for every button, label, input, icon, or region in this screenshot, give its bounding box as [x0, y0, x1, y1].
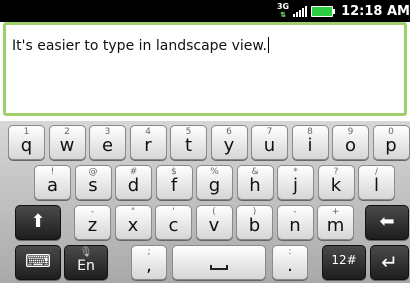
- key-label: x: [127, 215, 139, 236]
- key-f[interactable]: $ f: [155, 165, 193, 200]
- key-label: m: [326, 215, 345, 236]
- key-a[interactable]: ! a: [34, 165, 71, 200]
- text-input-area[interactable]: It's easier to type in landscape view.: [3, 22, 407, 116]
- key-label: u: [263, 135, 276, 156]
- key-label: z: [87, 215, 98, 236]
- key-label: y: [223, 135, 235, 156]
- key-label: a: [46, 175, 59, 196]
- hide-keyboard-key[interactable]: ⌨: [15, 245, 61, 280]
- shift-arrow-icon: ⬆: [30, 211, 46, 232]
- key-label: c: [168, 215, 179, 236]
- signal-bars-icon: [293, 5, 308, 17]
- key-z[interactable]: -z: [74, 205, 111, 240]
- key-label: r: [144, 135, 152, 156]
- backspace-key[interactable]: ⬅: [365, 205, 409, 240]
- key-label: d: [127, 175, 140, 196]
- key-label: f: [170, 175, 178, 196]
- key-label: g: [208, 175, 221, 196]
- key-t[interactable]: 5t: [170, 125, 207, 160]
- shift-key[interactable]: ⬆: [15, 205, 61, 240]
- period-key[interactable]: :.: [272, 245, 308, 280]
- key-y[interactable]: 6y: [210, 125, 248, 160]
- key-s[interactable]: @ s: [74, 165, 112, 200]
- key-label: n: [289, 215, 301, 236]
- key-label: w: [59, 135, 75, 156]
- comma-key[interactable]: ;,: [131, 245, 167, 280]
- soft-keyboard: 1 q 2 w 3 e 4 r 5 t 6 y 7 u 8 i 9 o 0 p ! a @ s # d $ f% g & h * j? k / l ⬆ -…: [0, 121, 410, 283]
- key-label: i: [307, 135, 313, 156]
- key-label: p: [385, 135, 397, 156]
- enter-key[interactable]: ↵: [370, 245, 409, 280]
- enter-arrow-icon: ↵: [381, 250, 398, 274]
- language-key[interactable]: 🎙 En: [64, 245, 108, 280]
- key-n[interactable]: -n: [276, 205, 314, 240]
- symbols-label: 12#: [331, 253, 357, 267]
- key-m[interactable]: + m: [317, 205, 354, 240]
- text-input-content: It's easier to type in landscape view.: [12, 37, 270, 54]
- key-v[interactable]: (v: [195, 205, 233, 240]
- key-k[interactable]: ? k: [317, 165, 355, 200]
- key-e[interactable]: 3e: [89, 125, 126, 160]
- status-bar: 3G ⇅ 12:18 AM: [0, 0, 410, 22]
- key-label: b: [248, 215, 261, 236]
- key-label: q: [20, 135, 33, 156]
- key-j[interactable]: * j: [277, 165, 314, 200]
- text-cursor: [268, 37, 270, 53]
- key-h[interactable]: & h: [236, 165, 274, 200]
- key-x[interactable]: " x: [114, 205, 152, 240]
- key-u[interactable]: 7u: [251, 125, 288, 160]
- key-w[interactable]: 2w: [48, 125, 86, 160]
- key-label: o: [344, 135, 356, 156]
- symbols-key[interactable]: 12#: [322, 245, 366, 280]
- key-label: j: [292, 175, 298, 196]
- key-i[interactable]: 8i: [291, 125, 329, 160]
- key-label: l: [373, 175, 379, 196]
- key-q[interactable]: 1q: [8, 125, 45, 160]
- key-label: ,: [146, 255, 152, 276]
- battery-icon: [311, 5, 336, 17]
- space-icon: [210, 265, 228, 270]
- key-label: h: [249, 175, 261, 196]
- key-b[interactable]: ) b: [236, 205, 273, 240]
- language-label: En: [77, 258, 95, 274]
- key-label: v: [208, 215, 220, 236]
- space-key[interactable]: [172, 245, 266, 280]
- key-label: t: [184, 135, 193, 156]
- key-label: k: [330, 175, 342, 196]
- key-label: e: [101, 135, 114, 156]
- key-label: s: [88, 175, 98, 196]
- key-l[interactable]: / l: [358, 165, 395, 200]
- backspace-arrow-icon: ⬅: [379, 211, 395, 232]
- key-p[interactable]: 0p: [372, 125, 410, 160]
- key-c[interactable]: ' c: [155, 205, 192, 240]
- network-type-label: 3G: [276, 2, 290, 11]
- status-icons: 3G ⇅ 12:18 AM: [277, 0, 410, 22]
- key-o[interactable]: 9o: [332, 125, 369, 160]
- clock: 12:18 AM: [341, 3, 410, 19]
- typed-text: It's easier to type in landscape view.: [12, 38, 268, 54]
- key-d[interactable]: # d: [115, 165, 152, 200]
- hide-keyboard-icon: ⌨: [25, 251, 51, 272]
- key-g[interactable]: % g: [196, 165, 233, 200]
- key-r[interactable]: 4r: [129, 125, 167, 160]
- 3g-data-icon: 3G ⇅: [276, 2, 290, 20]
- key-label: .: [287, 255, 293, 276]
